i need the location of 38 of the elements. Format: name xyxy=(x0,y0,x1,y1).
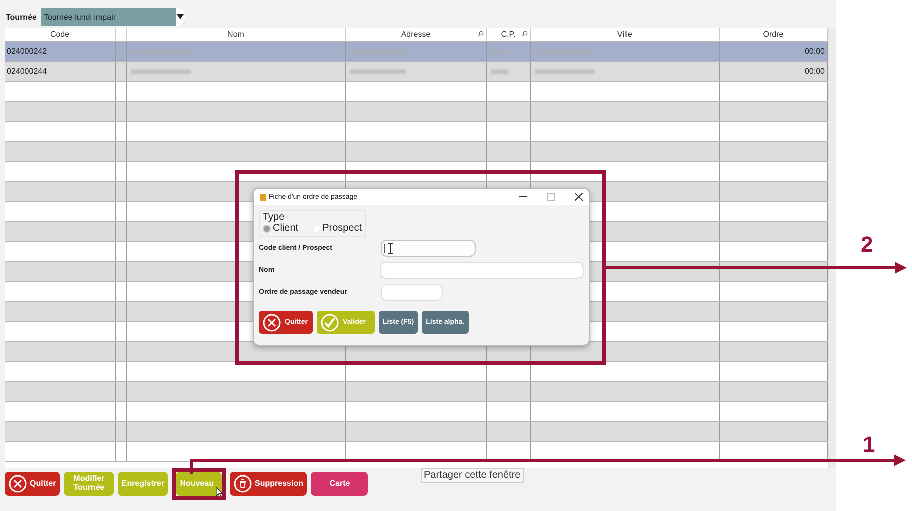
table-cell: 00:00 xyxy=(804,47,825,56)
toolbar-button[interactable]: Quitter xyxy=(5,472,60,496)
radio-option[interactable]: Prospect xyxy=(312,223,362,234)
maximize-icon[interactable] xyxy=(547,193,555,201)
close-icon[interactable] xyxy=(575,193,583,201)
checkmark-icon xyxy=(321,314,339,332)
close-icon xyxy=(263,314,281,332)
toolbar-button[interactable]: Suppression xyxy=(230,472,308,496)
input-field[interactable] xyxy=(381,284,443,300)
column-header[interactable]: C.P. xyxy=(487,28,531,41)
text-cursor-icon xyxy=(388,242,393,254)
tooltip: Partager cette fenêtre xyxy=(421,468,524,483)
radio-option[interactable]: Client xyxy=(263,223,299,234)
route-dropdown[interactable]: Tournée lundi impair xyxy=(40,8,185,26)
filter-label: Tournée xyxy=(6,12,37,22)
close-icon xyxy=(9,475,27,493)
trash-icon xyxy=(234,475,252,493)
caret-icon xyxy=(176,8,185,26)
step-number: 2 xyxy=(861,232,874,258)
column-header[interactable]: Code xyxy=(5,28,116,41)
table-cell: 024000242 xyxy=(7,47,48,56)
search-icon[interactable] xyxy=(522,31,528,37)
table-row[interactable]: 024000244 00:00 xyxy=(5,62,828,82)
toolbar-button[interactable]: Carte xyxy=(311,472,368,496)
search-icon[interactable] xyxy=(478,31,484,37)
input-field[interactable] xyxy=(381,240,476,256)
mouse-pointer-icon xyxy=(216,487,224,498)
column-header[interactable]: Adresse xyxy=(346,28,487,41)
app-icon xyxy=(260,194,266,200)
table-cell: 024000244 xyxy=(7,67,48,76)
column-header[interactable]: Ville xyxy=(531,28,720,41)
scrollbar[interactable] xyxy=(828,28,836,468)
table-row[interactable]: 024000242 00:00 xyxy=(5,42,828,62)
table-cell: 00:00 xyxy=(804,67,825,76)
column-header[interactable]: Nom xyxy=(127,28,346,41)
step-number: 1 xyxy=(863,432,876,458)
group-label: Type xyxy=(263,212,286,223)
input-field[interactable] xyxy=(380,262,584,278)
